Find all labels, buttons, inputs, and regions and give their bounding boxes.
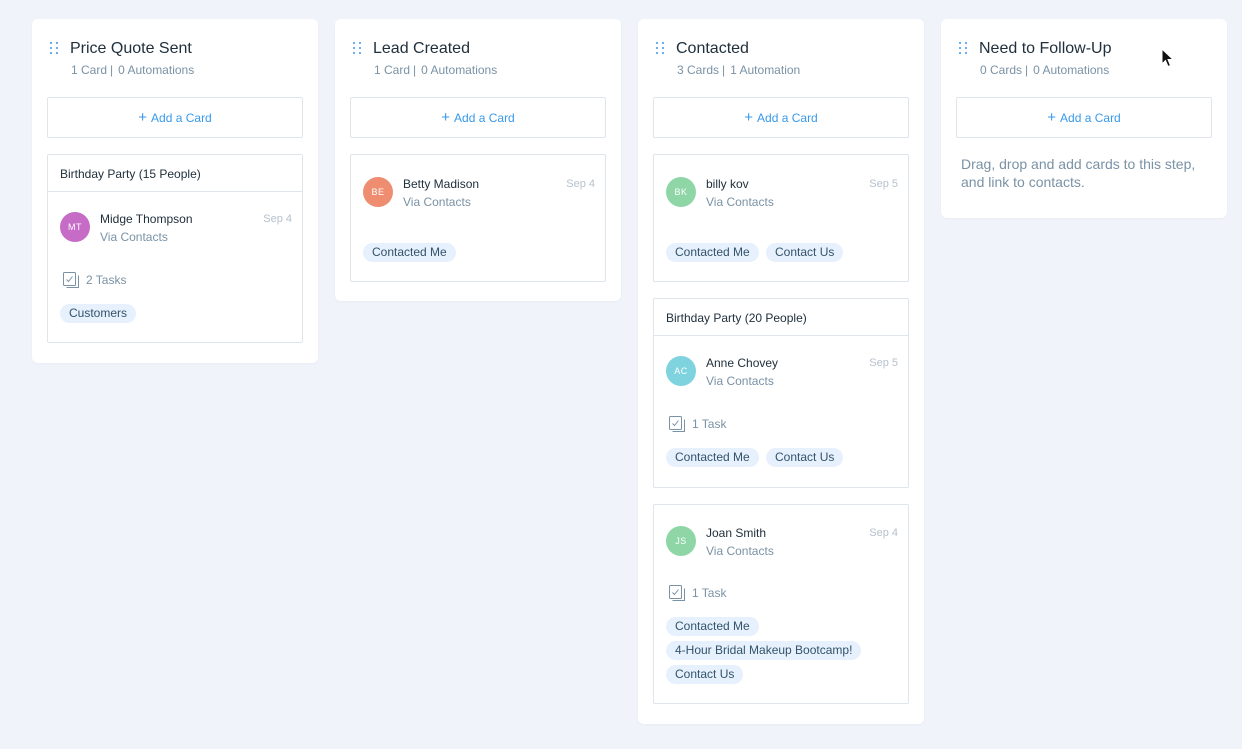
add-card-label: Add a Card — [1060, 110, 1121, 125]
tag-label: Contacted Me — [363, 243, 456, 262]
contact-source: Via Contacts — [706, 195, 774, 209]
contact-info: MT Midge Thompson Via Contacts Sep 4 — [60, 212, 292, 252]
add-card-button[interactable]: + Add a Card — [956, 97, 1212, 138]
mouse-pointer-icon — [1161, 48, 1175, 68]
contact-info: BK billy kov Via Contacts Sep 5 — [666, 177, 898, 217]
tag-label: Customers — [60, 304, 137, 323]
stage-title[interactable]: Lead Created — [373, 39, 470, 59]
meta-separator: | — [110, 63, 114, 77]
stage-title[interactable]: Need to Follow-Up — [979, 39, 1112, 59]
contact-info: JS Joan Smith Via Contacts Sep 4 — [666, 526, 898, 566]
stage-meta: 3 Cards | 1 Automation — [677, 63, 800, 77]
stage-column-price-quote-sent: Price Quote Sent 1 Card | 0 Automations + … — [32, 19, 318, 363]
tag-label: 4-Hour Bridal Makeup Bootcamp! — [666, 641, 862, 660]
contact-info: AC Anne Chovey Via Contacts Sep 5 — [666, 356, 898, 396]
stage-title[interactable]: Contacted — [676, 39, 749, 59]
deal-card[interactable]: BE Betty Madison Via Contacts Sep 4 Cont… — [350, 154, 606, 282]
card-date: Sep 5 — [869, 357, 898, 369]
automations-count[interactable]: 1 Automation — [730, 63, 800, 77]
contact-name: billy kov — [706, 177, 749, 191]
deal-card[interactable]: Birthday Party (15 People) MT Midge Thom… — [47, 154, 303, 343]
contact-name: Anne Chovey — [706, 356, 779, 370]
stage-meta: 1 Card | 0 Automations — [374, 63, 497, 77]
drag-handle-icon[interactable] — [959, 42, 969, 56]
tasks-count: 1 Task — [692, 586, 727, 600]
automations-count[interactable]: 0 Automations — [1033, 63, 1109, 77]
cards-count: 1 Card — [71, 63, 108, 77]
avatar: AC — [666, 356, 696, 386]
tag-label: Contacted Me — [666, 448, 759, 467]
meta-separator: | — [413, 63, 417, 77]
add-card-label: Add a Card — [151, 110, 212, 125]
avatar: JS — [666, 526, 696, 556]
task-checkbox-icon — [63, 272, 79, 288]
tasks-count: 2 Tasks — [86, 273, 127, 287]
task-checkbox-icon — [669, 416, 685, 432]
add-card-label: Add a Card — [454, 110, 515, 125]
stage-meta: 0 Cards | 0 Automations — [980, 63, 1109, 77]
add-card-label: Add a Card — [757, 110, 818, 125]
stage-column-contacted: Contacted 3 Cards | 1 Automation + Add a C… — [638, 19, 924, 724]
contact-source: Via Contacts — [100, 230, 168, 244]
deal-card[interactable]: BK billy kov Via Contacts Sep 5 Contacte… — [653, 154, 909, 282]
plus-icon: + — [1047, 109, 1057, 126]
cards-count: 3 Cards — [677, 63, 720, 77]
tasks-count: 1 Task — [692, 417, 727, 431]
stage-header: Lead Created 1 Card | 0 Automations — [351, 39, 605, 79]
card-date: Sep 5 — [869, 178, 898, 190]
plus-icon: + — [138, 109, 148, 126]
pipeline-board: Price Quote Sent 1 Card | 0 Automations + … — [0, 0, 1242, 749]
tag-label: Contacted Me — [666, 243, 759, 262]
drag-handle-icon[interactable] — [353, 42, 363, 56]
deal-card[interactable]: Birthday Party (20 People) AC Anne Chove… — [653, 298, 909, 488]
card-date: Sep 4 — [566, 178, 595, 190]
stage-header: Contacted 3 Cards | 1 Automation — [654, 39, 908, 79]
deal-title: Birthday Party (15 People) — [48, 155, 302, 192]
tag-label: Contact Us — [666, 665, 744, 684]
add-card-button[interactable]: + Add a Card — [653, 97, 909, 138]
avatar: MT — [60, 212, 90, 242]
contact-info: BE Betty Madison Via Contacts Sep 4 — [363, 177, 595, 217]
avatar: BK — [666, 177, 696, 207]
add-card-button[interactable]: + Add a Card — [47, 97, 303, 138]
automations-count[interactable]: 0 Automations — [421, 63, 497, 77]
avatar: BE — [363, 177, 393, 207]
stage-meta: 1 Card | 0 Automations — [71, 63, 194, 77]
empty-stage-hint: Drag, drop and add cards to this step, a… — [961, 156, 1196, 190]
task-checkbox-icon — [669, 585, 685, 601]
deal-card[interactable]: JS Joan Smith Via Contacts Sep 4 1 Task … — [653, 504, 909, 704]
contact-source: Via Contacts — [706, 374, 774, 388]
cards-count: 1 Card — [374, 63, 411, 77]
add-card-button[interactable]: + Add a Card — [350, 97, 606, 138]
drag-handle-icon[interactable] — [50, 42, 60, 56]
stage-column-lead-created: Lead Created 1 Card | 0 Automations + Add … — [335, 19, 621, 301]
tag-label: Contact Us — [766, 243, 844, 262]
contact-name: Betty Madison — [403, 177, 480, 191]
tag-label: Contact Us — [766, 448, 844, 467]
contact-name: Joan Smith — [706, 526, 767, 540]
deal-title: Birthday Party (20 People) — [654, 299, 908, 336]
card-date: Sep 4 — [869, 527, 898, 539]
plus-icon: + — [744, 109, 754, 126]
cards-count: 0 Cards — [980, 63, 1023, 77]
drag-handle-icon[interactable] — [656, 42, 666, 56]
stage-column-need-to-follow-up: Need to Follow-Up 0 Cards | 0 Automations … — [941, 19, 1227, 218]
stage-header: Price Quote Sent 1 Card | 0 Automations — [48, 39, 302, 79]
meta-separator: | — [722, 63, 726, 77]
stage-title[interactable]: Price Quote Sent — [70, 39, 192, 59]
meta-separator: | — [1025, 63, 1029, 77]
tag-label: Contacted Me — [666, 617, 759, 636]
contact-source: Via Contacts — [706, 544, 774, 558]
card-date: Sep 4 — [263, 213, 292, 225]
plus-icon: + — [441, 109, 451, 126]
automations-count[interactable]: 0 Automations — [118, 63, 194, 77]
contact-source: Via Contacts — [403, 195, 471, 209]
contact-name: Midge Thompson — [100, 212, 193, 226]
